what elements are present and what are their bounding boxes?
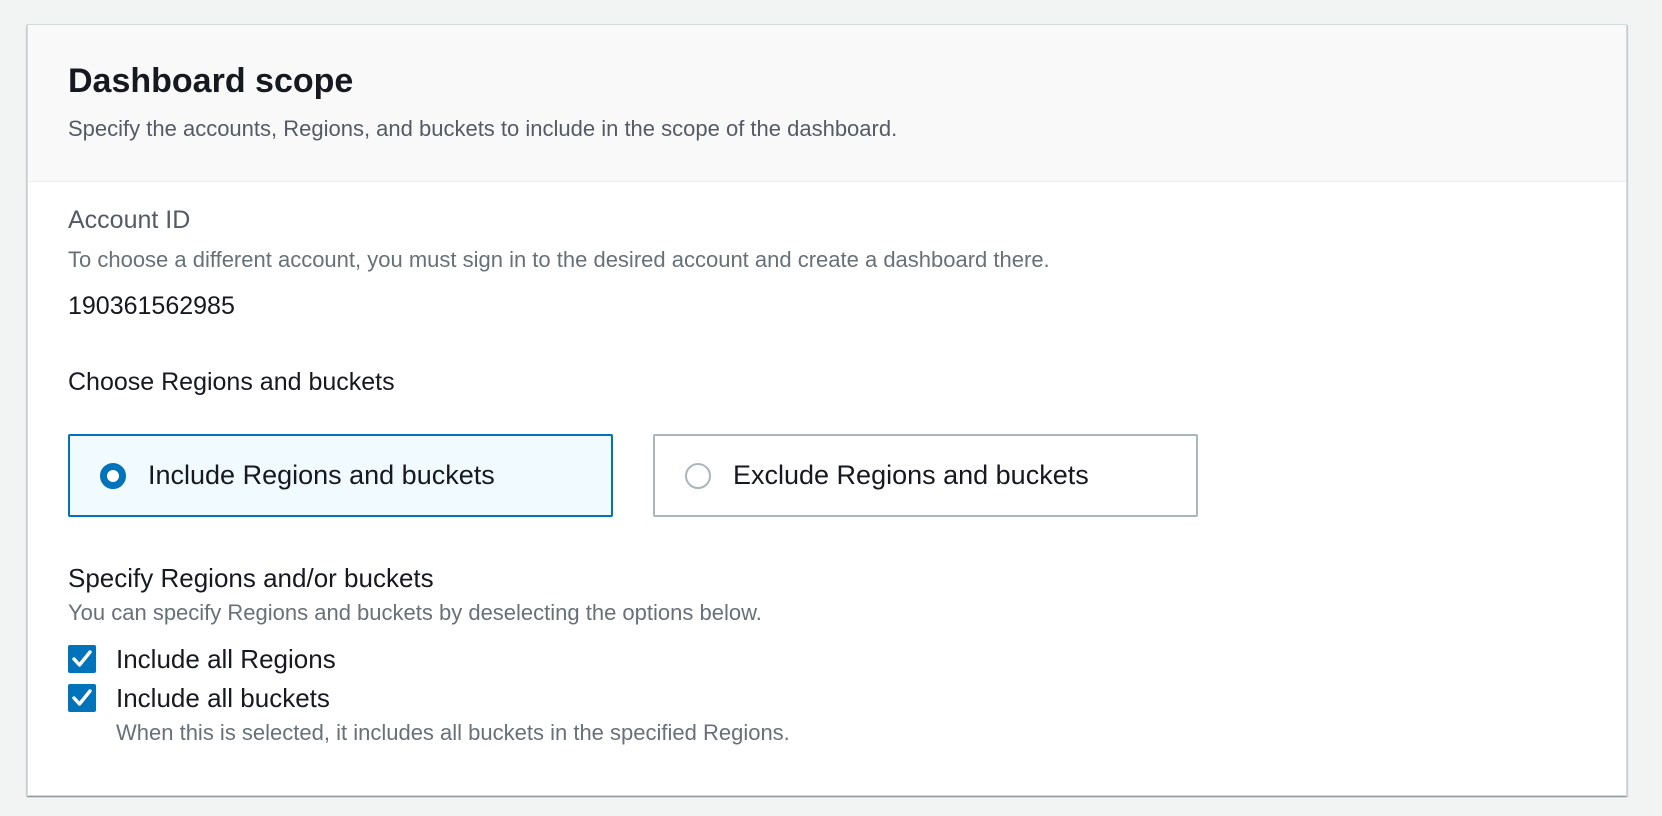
exclude-regions-tile[interactable]: Exclude Regions and buckets	[653, 434, 1198, 517]
exclude-radio-button[interactable]	[685, 463, 711, 489]
include-all-regions-label: Include all Regions	[116, 644, 336, 674]
include-regions-label: Include Regions and buckets	[148, 460, 495, 490]
include-regions-tile[interactable]: Include Regions and buckets	[68, 434, 613, 517]
panel-title: Dashboard scope	[68, 62, 354, 100]
specify-regions-label: Specify Regions and/or buckets	[68, 563, 434, 593]
dashboard-scope-panel: Dashboard scope Specify the accounts, Re…	[27, 24, 1627, 796]
choose-regions-label: Choose Regions and buckets	[68, 368, 395, 396]
include-all-buckets-label: Include all buckets	[116, 683, 330, 713]
include-all-regions-checkbox[interactable]	[68, 645, 96, 673]
panel-description: Specify the accounts, Regions, and bucke…	[68, 116, 898, 141]
panel-header: Dashboard scope Specify the accounts, Re…	[28, 25, 1626, 182]
specify-regions-help: You can specify Regions and buckets by d…	[68, 600, 762, 625]
checkmark-icon	[72, 689, 92, 706]
account-id-value: 190361562985	[68, 292, 235, 320]
account-id-label: Account ID	[68, 206, 191, 234]
checkmark-icon	[72, 650, 92, 667]
exclude-regions-label: Exclude Regions and buckets	[733, 460, 1089, 490]
account-id-help: To choose a different account, you must …	[68, 247, 1050, 272]
include-radio-button[interactable]	[100, 463, 126, 489]
include-all-buckets-checkbox[interactable]	[68, 684, 96, 712]
include-all-buckets-help: When this is selected, it includes all b…	[116, 720, 790, 745]
